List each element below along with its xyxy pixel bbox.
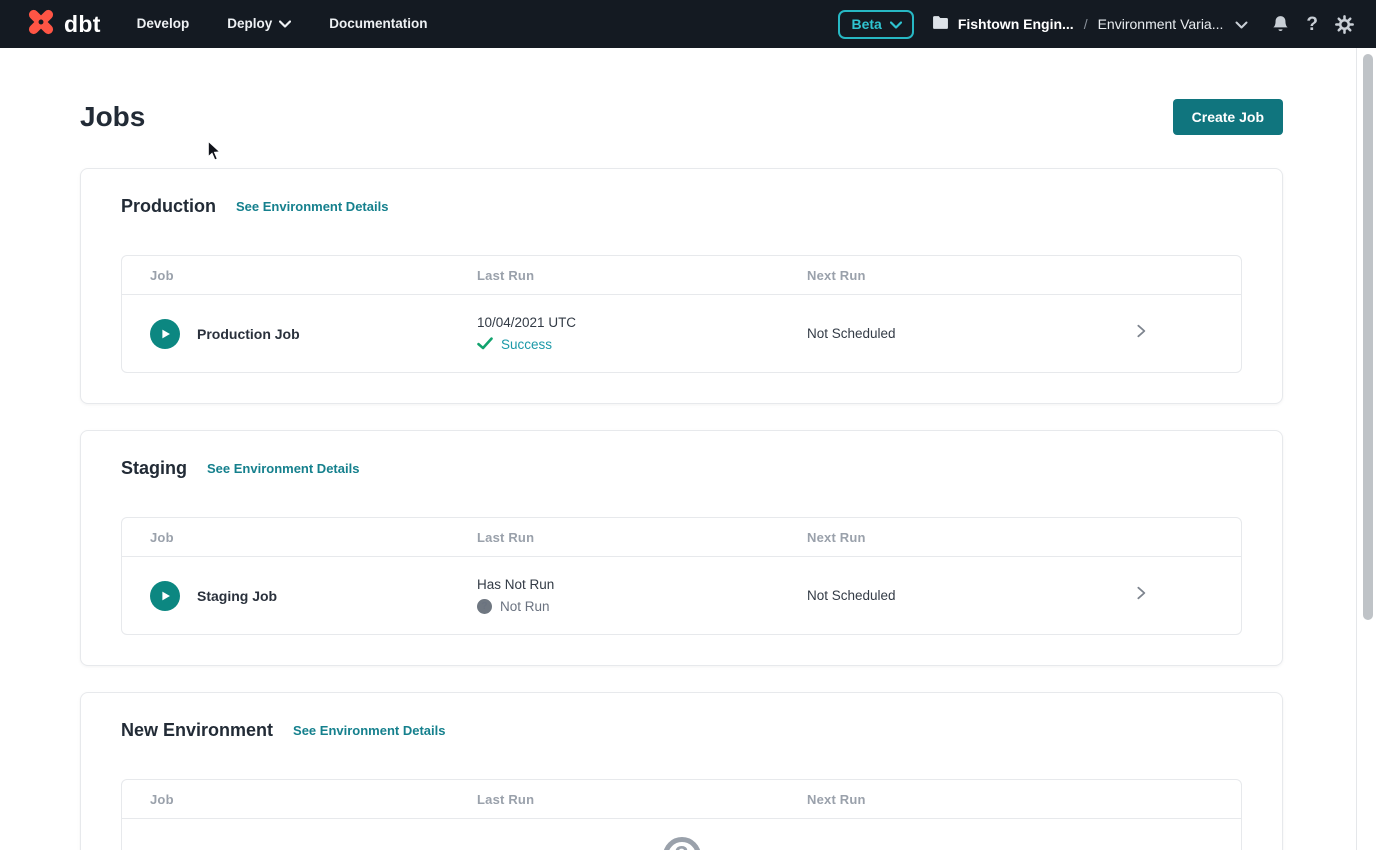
- column-header-next-run: Next Run: [807, 268, 1241, 283]
- see-environment-details-link[interactable]: See Environment Details: [207, 461, 359, 476]
- chevron-down-icon: [279, 0, 291, 48]
- next-run-value: Not Scheduled: [807, 326, 1133, 341]
- environment-name: Staging: [121, 458, 187, 479]
- empty-jobs-state: ?: [122, 819, 1241, 850]
- next-run-value: Not Scheduled: [807, 588, 1133, 603]
- beta-label: Beta: [851, 16, 881, 32]
- environment-card-new-environment: New Environment See Environment Details …: [80, 692, 1283, 850]
- environment-name: Production: [121, 196, 216, 217]
- jobs-table: Job Last Run Next Run Staging Job Has No…: [121, 517, 1242, 635]
- nav-item-develop[interactable]: Develop: [137, 0, 190, 48]
- column-header-last-run: Last Run: [477, 792, 807, 807]
- nav-item-label: Documentation: [329, 0, 427, 48]
- last-run-status: Not Run: [500, 599, 550, 614]
- column-header-last-run: Last Run: [477, 268, 807, 283]
- job-row-production-job[interactable]: Production Job 10/04/2021 UTC Success No…: [122, 295, 1241, 372]
- dbt-logo-icon: [24, 5, 58, 44]
- table-header-row: Job Last Run Next Run: [122, 780, 1241, 819]
- run-job-button[interactable]: [150, 581, 180, 611]
- dbt-logo[interactable]: dbt: [24, 5, 101, 44]
- chevron-right-icon[interactable]: [1133, 323, 1149, 344]
- play-icon: [158, 327, 172, 341]
- brand-name: dbt: [64, 11, 101, 38]
- success-check-icon: [477, 337, 493, 353]
- empty-state-question-icon: ?: [663, 837, 701, 850]
- jobs-table: Job Last Run Next Run Production Job 10/…: [121, 255, 1242, 373]
- last-run-date: Has Not Run: [477, 577, 807, 592]
- vertical-scrollbar-track[interactable]: [1356, 48, 1376, 850]
- page-title: Jobs: [80, 101, 145, 133]
- nav-item-label: Deploy: [227, 0, 272, 48]
- column-header-next-run: Next Run: [807, 530, 1241, 545]
- top-nav: dbt Develop Deploy Documentation Beta: [0, 0, 1376, 48]
- table-header-row: Job Last Run Next Run: [122, 518, 1241, 557]
- environment-name: New Environment: [121, 720, 273, 741]
- see-environment-details-link[interactable]: See Environment Details: [293, 723, 445, 738]
- last-run-date: 10/04/2021 UTC: [477, 315, 807, 330]
- beta-dropdown[interactable]: Beta: [838, 10, 913, 39]
- settings-gear-icon[interactable]: [1335, 15, 1354, 34]
- not-run-question-icon: ?: [477, 599, 492, 614]
- breadcrumb-separator: /: [1084, 16, 1088, 32]
- table-header-row: Job Last Run Next Run: [122, 256, 1241, 295]
- column-header-job: Job: [122, 530, 477, 545]
- last-run-status: Success: [501, 337, 552, 352]
- environment-card-production: Production See Environment Details Job L…: [80, 168, 1283, 404]
- nav-item-label: Develop: [137, 0, 190, 48]
- see-environment-details-link[interactable]: See Environment Details: [236, 199, 388, 214]
- job-name: Production Job: [197, 326, 300, 342]
- column-header-next-run: Next Run: [807, 792, 1241, 807]
- jobs-table: Job Last Run Next Run ?: [121, 779, 1242, 850]
- chevron-down-icon: [890, 16, 902, 32]
- main-content: Jobs Create Job Production See Environme…: [0, 98, 1376, 850]
- primary-nav: Develop Deploy Documentation: [137, 0, 428, 48]
- create-job-button[interactable]: Create Job: [1173, 99, 1283, 135]
- breadcrumb-page: Environment Varia...: [1098, 16, 1224, 32]
- nav-item-documentation[interactable]: Documentation: [329, 0, 427, 48]
- chevron-right-icon[interactable]: [1133, 585, 1149, 606]
- chevron-down-icon: [1235, 16, 1248, 32]
- job-row-staging-job[interactable]: Staging Job Has Not Run ? Not Run Not Sc…: [122, 557, 1241, 634]
- column-header-job: Job: [122, 792, 477, 807]
- column-header-job: Job: [122, 268, 477, 283]
- breadcrumb-project: Fishtown Engin...: [932, 15, 1074, 33]
- nav-item-deploy[interactable]: Deploy: [227, 0, 291, 48]
- notifications-bell-icon[interactable]: [1272, 15, 1289, 33]
- play-icon: [158, 589, 172, 603]
- run-job-button[interactable]: [150, 319, 180, 349]
- column-header-last-run: Last Run: [477, 530, 807, 545]
- job-name: Staging Job: [197, 588, 277, 604]
- folder-icon: [932, 15, 949, 33]
- help-icon[interactable]: ?: [1306, 15, 1318, 34]
- nav-utility-icons: ?: [1272, 15, 1354, 34]
- vertical-scrollbar-thumb[interactable]: [1363, 54, 1373, 620]
- environment-card-staging: Staging See Environment Details Job Last…: [80, 430, 1283, 666]
- project-breadcrumb[interactable]: Fishtown Engin... / Environment Varia...: [932, 15, 1249, 33]
